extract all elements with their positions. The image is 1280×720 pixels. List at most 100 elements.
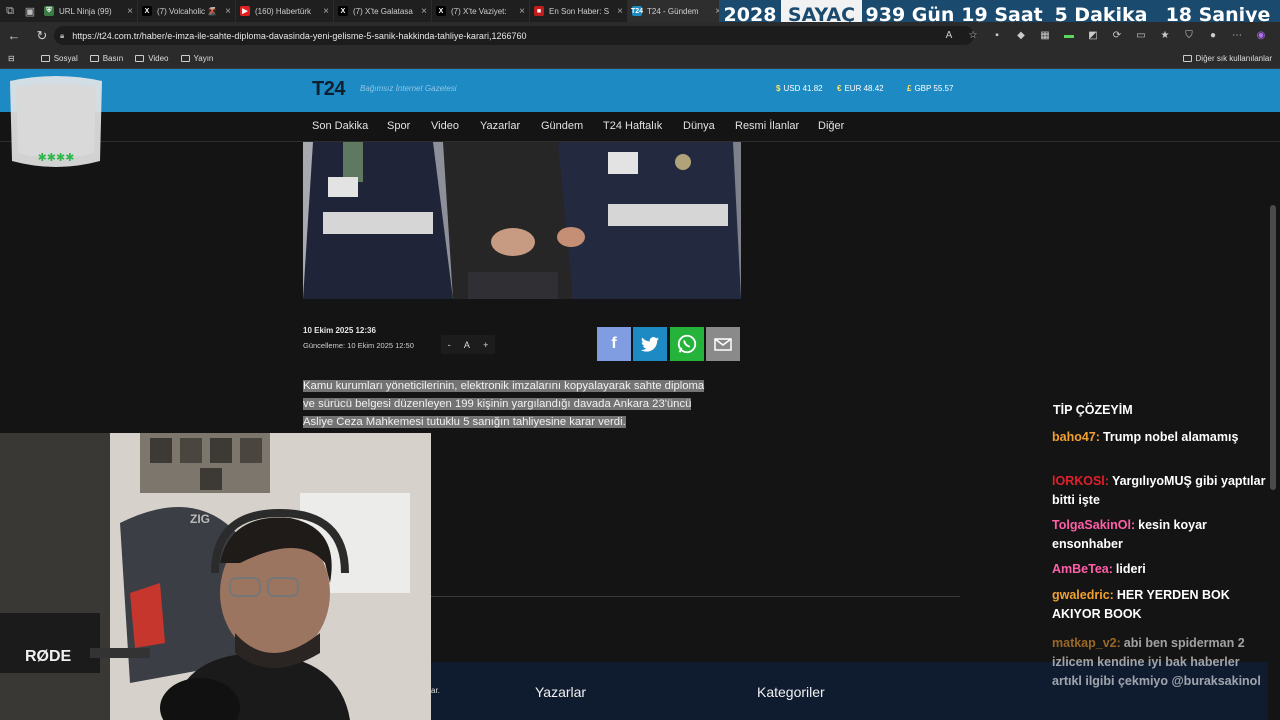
bookmark-folder[interactable]: Sosyal [40, 54, 78, 63]
bookmark-folder[interactable]: Yayın [180, 54, 214, 63]
browser-tab[interactable]: ■ En Son Haber: S × [530, 0, 628, 22]
tab-title: (7) Volcaholic 🌋 [157, 6, 218, 16]
footer-text-fragment: ar. [431, 686, 440, 695]
browser-tab[interactable]: ⛨ URL Ninja (99) × [40, 0, 138, 22]
nav-item[interactable]: Spor [387, 120, 410, 132]
currency-label: GBP 55.57 [914, 84, 954, 93]
tab-favicon: ■ [534, 6, 544, 16]
extension-icon[interactable]: ▪ [988, 27, 1006, 45]
close-icon[interactable]: × [323, 6, 329, 17]
share-whatsapp-button[interactable] [670, 327, 704, 361]
bookmarks-bar: ⊟ Sosyal Basın Video Yayın Diğer sık kullan… [0, 49, 1280, 69]
font-size-control: - A + [441, 335, 495, 354]
tab-title: URL Ninja (99) [59, 6, 112, 16]
site-logo[interactable]: T24 [312, 78, 345, 101]
chat-username: TolgaSakinOl: [1052, 518, 1136, 532]
chat-message: baho47: Trump nobel alamamış [1052, 428, 1270, 447]
svg-text:✱✱✱✱: ✱✱✱✱ [38, 151, 75, 164]
currency-label: EUR 48.42 [844, 84, 884, 93]
chat-message: matkap_v2: abi ben spiderman 2 izlicem ke… [1052, 634, 1270, 691]
content-divider [431, 596, 960, 597]
tab-title: (7) X'te Vaziyet: [451, 6, 507, 16]
nav-item[interactable]: Son Dakika [312, 120, 368, 132]
back-icon[interactable]: ← [0, 22, 28, 49]
chat-message: gwaledric: HER YERDEN BOK AKIYOR BOOK [1052, 586, 1270, 624]
close-icon[interactable]: × [127, 6, 133, 17]
close-icon[interactable]: × [617, 6, 623, 17]
site-header: T24 Bağımsız İnternet Gazetesi $ USD 41.8… [0, 69, 1280, 112]
font-decrease-button[interactable]: - [448, 340, 451, 350]
chat-text: lideri [1115, 562, 1146, 576]
nav-item[interactable]: Resmi İlanlar [735, 120, 799, 132]
collections-icon[interactable]: ★ [1156, 27, 1174, 45]
share-email-button[interactable] [706, 327, 740, 361]
chat-message: lORKOSl: YargılıyoMUŞ gibi yaptılar bitti… [1052, 472, 1270, 510]
workspaces-icon[interactable]: ⧉ [0, 0, 20, 22]
share-twitter-button[interactable] [633, 327, 667, 361]
nav-item[interactable]: T24 Haftalık [603, 120, 662, 132]
chat-username: AmBeTea: [1052, 562, 1113, 576]
scrollbar-thumb[interactable] [1270, 205, 1276, 490]
currency-rate: $ USD 41.82 [776, 84, 823, 93]
footer-writers-heading[interactable]: Yazarlar [535, 684, 586, 700]
footer-categories-heading[interactable]: Kategoriler [757, 684, 825, 700]
nav-item[interactable]: Gündem [541, 120, 583, 132]
folder-icon [180, 55, 190, 62]
toolbar-icons: A ☆ ▪ ◆ ▦ ▬ ◩ ⟳ ▭ ★ ⛉ ● ⋯ ◉ [940, 22, 1270, 49]
bookmarks-menu-icon[interactable]: ⊟ [8, 54, 15, 63]
browser-tab[interactable]: X (7) X'te Galatasa × [334, 0, 432, 22]
article-date: 10 Ekim 2025 12:36 [303, 326, 376, 335]
extension-icon[interactable]: ◆ [1012, 27, 1030, 45]
currency-symbol: € [837, 84, 842, 93]
url-bar[interactable]: 🔒︎ https://t24.com.tr/haber/e-imza-ile-s… [54, 26, 974, 45]
browser-tab[interactable]: X (7) Volcaholic 🌋 × [138, 0, 236, 22]
bookmark-folder[interactable]: Video [135, 54, 169, 63]
chat-text: Trump nobel alamamış [1102, 430, 1239, 444]
nav-item[interactable]: Dünya [683, 120, 715, 132]
bookmark-label: Yayın [193, 54, 214, 63]
split-screen-icon[interactable]: ▭ [1132, 27, 1150, 45]
bookmark-folder[interactable]: Basın [89, 54, 124, 63]
nav-item[interactable]: Diğer [818, 120, 844, 132]
close-icon[interactable]: × [519, 6, 525, 17]
nav-item[interactable]: Yazarlar [480, 120, 520, 132]
article-image [303, 142, 741, 299]
lock-icon: 🔒︎ [60, 30, 65, 40]
chat-message: AmBeTea: lideri [1052, 560, 1270, 579]
other-bookmarks[interactable]: Diğer sık kullanılanlar [1182, 54, 1272, 63]
whatsapp-icon [677, 334, 697, 354]
extension-icon[interactable]: ◩ [1084, 27, 1102, 45]
extension-icon[interactable]: ▬ [1060, 27, 1078, 45]
extension-icon[interactable]: ⟳ [1108, 27, 1126, 45]
tab-title: T24 - Gündem [647, 6, 699, 16]
bookmark-label: Basın [102, 54, 124, 63]
folder-icon [1182, 55, 1192, 62]
share-facebook-button[interactable]: f [597, 327, 631, 361]
shield-icon[interactable]: ⛉ [1180, 27, 1198, 45]
currency-rate: € EUR 48.42 [837, 84, 884, 93]
close-icon[interactable]: × [225, 6, 231, 17]
favorite-star-icon[interactable]: ☆ [964, 27, 982, 45]
tab-favicon: ⛨ [44, 6, 54, 16]
reload-icon[interactable]: ↻ [28, 22, 56, 49]
site-nav-menu: Son Dakika Spor Video Yazarlar Gündem T24 Haf… [0, 112, 1280, 142]
chat-message: TolgaSakinOl: kesin koyar ensonhaber [1052, 516, 1270, 554]
url-text: https://t24.com.tr/haber/e-imza-ile-saht… [72, 30, 527, 41]
browser-tab[interactable]: T24T24 - Gündem× [628, 0, 726, 22]
extension-icon[interactable]: ▦ [1036, 27, 1054, 45]
font-increase-button[interactable]: + [483, 340, 488, 350]
tab-actions-icon[interactable]: ▣ [20, 0, 40, 22]
tab-favicon: X [338, 6, 348, 16]
read-aloud-icon[interactable]: A [940, 27, 958, 45]
bookmark-label: Sosyal [53, 54, 78, 63]
more-menu-icon[interactable]: ⋯ [1228, 27, 1246, 45]
close-icon[interactable]: × [421, 6, 427, 17]
browser-tab[interactable]: X (7) X'te Vaziyet: × [432, 0, 530, 22]
currency-label: USD 41.82 [783, 84, 823, 93]
nav-item[interactable]: Video [431, 120, 459, 132]
browser-tab[interactable]: ▶ (160) Habertürk × [236, 0, 334, 22]
folder-icon [89, 55, 99, 62]
copilot-icon[interactable]: ◉ [1252, 27, 1270, 45]
chair-brand-text: ZIG [190, 512, 210, 526]
profile-avatar[interactable]: ● [1204, 27, 1222, 45]
